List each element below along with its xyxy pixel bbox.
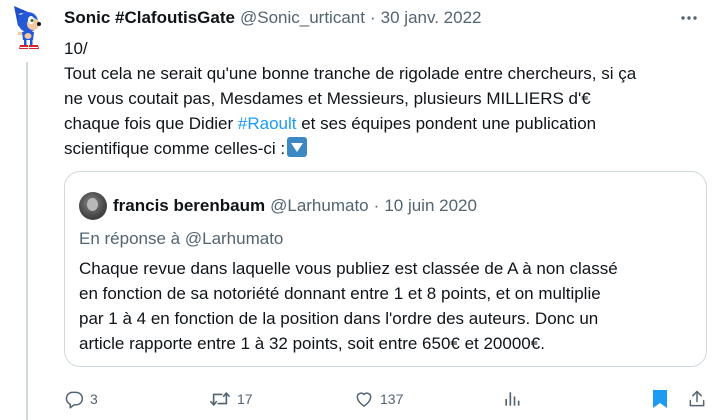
reply-count: 3 — [90, 391, 98, 407]
analytics-icon — [505, 392, 520, 406]
separator-dot: · — [369, 8, 376, 27]
tweet-text-segment: et ses équipes pondent une publication — [296, 114, 597, 133]
quoted-user-handle: @Larhumato — [270, 196, 369, 215]
left-rail — [0, 0, 64, 420]
quoted-text-line: par 1 à 4 en fonction de la position dan… — [79, 309, 599, 328]
thread-line — [26, 62, 28, 420]
retweet-button[interactable]: 17 — [209, 384, 253, 414]
down-arrow-button-emoji-icon — [287, 137, 308, 157]
avatar[interactable] — [6, 2, 46, 50]
hashtag-link[interactable]: #Raoult — [238, 114, 297, 133]
tweet-text-segment: chaque fois que Didier — [64, 114, 238, 133]
heart-icon — [356, 392, 372, 407]
tweet-text-line: scientifique comme celles-ci : — [64, 136, 694, 161]
like-count: 137 — [380, 391, 404, 407]
tweet-date[interactable]: 30 janv. 2022 — [381, 8, 482, 28]
quoted-avatar — [79, 192, 107, 220]
sonic-avatar-icon — [12, 6, 41, 49]
quoted-tweet-header: francis berenbaum @Larhumato · 10 juin 2… — [79, 192, 477, 220]
reply-to-label: En réponse à @Larhumato — [79, 229, 284, 248]
separator-dot: · — [373, 196, 380, 215]
tweet-text-line: Tout cela ne serait qu'une bonne tranche… — [64, 64, 637, 83]
quoted-text-line: article rapporte entre 1 à 32 points, so… — [79, 334, 545, 353]
tweet-text-line: ne vous coutait pas, Mesdames et Messieu… — [64, 89, 591, 108]
quoted-display-name: francis berenbaum — [113, 196, 266, 215]
share-button[interactable] — [687, 384, 707, 414]
tweet-text-line: 10/ — [64, 39, 88, 58]
share-icon — [689, 390, 705, 407]
views-button[interactable] — [502, 384, 522, 414]
user-handle[interactable]: @Sonic_urticant — [240, 8, 365, 28]
display-name[interactable]: Sonic #ClafoutisGate — [64, 8, 235, 28]
quoted-tweet-text: Chaque revue dans laquelle vous publiez … — [79, 256, 694, 356]
reply-button[interactable]: 3 — [64, 384, 98, 414]
tweet-header: Sonic #ClafoutisGate @Sonic_urticant · 3… — [64, 6, 709, 30]
bookmark-button[interactable] — [650, 384, 670, 414]
tweet-text: 10/ Tout cela ne serait qu'une bonne tra… — [64, 36, 694, 161]
retweet-count: 17 — [237, 391, 253, 407]
tweet-text-segment: scientifique comme celles-ci : — [64, 139, 286, 158]
tweet-text-line: chaque fois que Didier #Raoult et ses éq… — [64, 111, 694, 136]
quoted-text-line: en fonction de sa notoriété donnant entr… — [79, 284, 601, 303]
quoted-tweet-date: 10 juin 2020 — [384, 196, 477, 215]
tweet-actions: 3 17 137 — [64, 384, 709, 414]
bookmark-icon — [653, 390, 667, 408]
more-options-icon — [681, 16, 697, 20]
quoted-text-line: Chaque revue dans laquelle vous publiez … — [79, 259, 618, 278]
retweet-icon — [210, 392, 230, 406]
reply-icon — [65, 391, 84, 409]
more-options-button[interactable] — [677, 6, 701, 30]
like-button[interactable]: 137 — [354, 384, 403, 414]
quoted-tweet[interactable]: francis berenbaum @Larhumato · 10 juin 2… — [64, 171, 707, 367]
